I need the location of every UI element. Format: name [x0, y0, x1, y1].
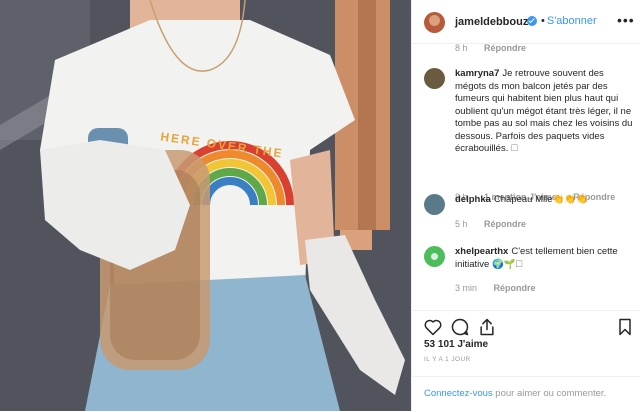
bookmark-icon[interactable] [615, 317, 635, 337]
comments-list[interactable]: 8 h Répondre kamryna7 Je retrouve souvent… [412, 44, 640, 310]
login-suffix: pour aimer ou commenter. [492, 388, 607, 399]
post-sidebar: jameldebbouze • S'abonner ••• 8 h Répondr… [411, 0, 640, 411]
author-avatar[interactable] [424, 12, 445, 33]
comment-meta: 8 h Répondre [455, 44, 540, 53]
login-prompt-text: Connectez-vous pour aimer ou commenter. [424, 388, 606, 399]
reply-button[interactable]: Répondre [484, 219, 526, 229]
comment-meta: 5 h Répondre [455, 219, 540, 229]
heart-icon[interactable] [423, 317, 443, 337]
like-count[interactable]: 53 101 J'aime [424, 339, 488, 350]
commenter-username[interactable]: delphka [455, 194, 491, 205]
comment-meta: 3 min Répondre [455, 283, 550, 293]
photo-image [0, 0, 411, 411]
author-username[interactable]: jameldebbouze [455, 16, 534, 28]
commenter-username[interactable]: kamryna7 [455, 68, 499, 79]
follow-label: S'abonner [546, 15, 597, 27]
commenter-avatar[interactable] [424, 68, 445, 89]
login-link[interactable]: Connectez-vous [424, 388, 493, 399]
comment-icon[interactable] [450, 317, 470, 337]
reply-button[interactable]: Répondre [484, 44, 526, 53]
post-date[interactable]: IL Y A 1 JOUR [424, 356, 471, 363]
comment-time: 5 h [455, 219, 468, 229]
verified-badge-icon [527, 16, 537, 26]
comment-time: 3 min [455, 283, 478, 293]
share-icon[interactable] [477, 317, 497, 337]
reply-button[interactable]: Répondre [494, 283, 536, 293]
comment-text: Je retrouve souvent des mégots ds mon ba… [455, 68, 633, 154]
more-options-icon[interactable]: ••• [617, 12, 635, 28]
comment-body: kamryna7 Je retrouve souvent des mégots d… [455, 68, 635, 156]
follow-button[interactable]: • S'abonner [541, 15, 597, 27]
comment-text: Châpeau Mlle👏👏👏 [493, 194, 589, 205]
post-actions: 53 101 J'aime IL Y A 1 JOUR Connectez-vo… [412, 310, 640, 412]
post-photo[interactable]: HERE OVER THE [0, 0, 411, 411]
commenter-username[interactable]: xhelpearthx [455, 246, 508, 257]
action-icons [423, 317, 635, 339]
comment-body: delphka Châpeau Mlle👏👏👏 [455, 194, 635, 207]
login-prompt: Connectez-vous pour aimer ou commenter. [412, 376, 640, 412]
comment-body: xhelpearthx C'est tellement bien cette in… [455, 246, 635, 271]
commenter-avatar[interactable] [424, 194, 445, 215]
commenter-avatar[interactable] [424, 246, 445, 267]
separator-dot: • [541, 15, 545, 27]
comment-time: 8 h [455, 44, 468, 53]
post-header: jameldebbouze • S'abonner ••• [412, 0, 640, 44]
